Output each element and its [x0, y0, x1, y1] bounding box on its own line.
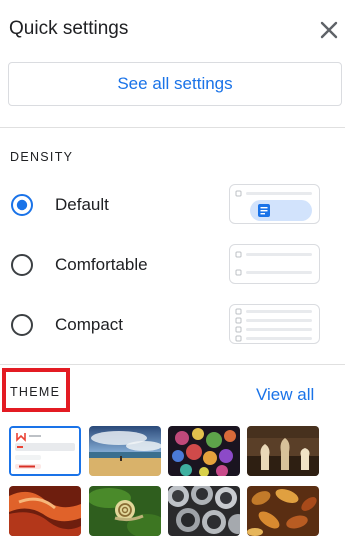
divider [0, 364, 345, 365]
theme-thumbnail-leaves[interactable] [247, 486, 319, 536]
theme-thumbnail-chess[interactable] [247, 426, 319, 476]
theme-thumbnail-beach[interactable] [89, 426, 161, 476]
density-option-label: Comfortable [55, 255, 148, 274]
density-default-preview [229, 184, 320, 224]
density-heading: DENSITY [10, 150, 74, 164]
theme-thumbnail-pipes[interactable] [168, 486, 240, 536]
radio-selected-icon[interactable] [10, 193, 34, 217]
see-all-settings-button[interactable]: See all settings [8, 62, 342, 106]
radio-unselected-icon[interactable] [10, 313, 34, 337]
panel-title: Quick settings [9, 18, 129, 39]
theme-thumbnail-default[interactable] [9, 426, 81, 476]
theme-thumbnail-bubbles[interactable] [168, 426, 240, 476]
divider [0, 127, 345, 128]
theme-heading: THEME [10, 385, 61, 399]
radio-unselected-icon[interactable] [10, 253, 34, 277]
density-option-label: Default [55, 195, 109, 214]
theme-thumbnail-snail[interactable] [89, 486, 161, 536]
theme-thumbnail-canyon[interactable] [9, 486, 81, 536]
density-comfortable-preview [229, 244, 320, 284]
quick-settings-header: Quick settings [0, 0, 345, 60]
density-option-label: Compact [55, 315, 124, 334]
close-icon[interactable] [315, 16, 343, 44]
view-all-themes-link[interactable]: View all [256, 385, 314, 405]
density-compact-preview [229, 304, 320, 344]
